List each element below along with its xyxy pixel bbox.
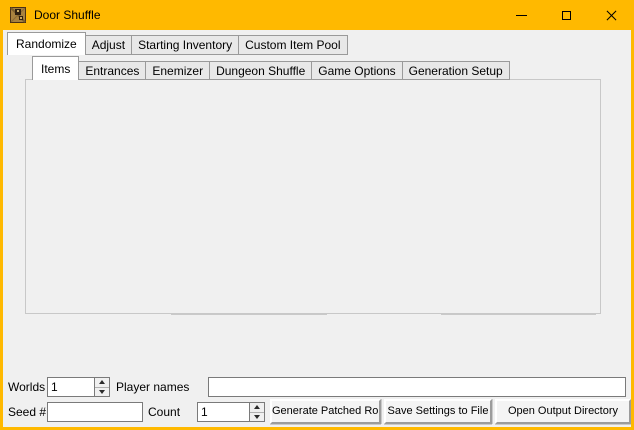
tab-adjust[interactable]: Adjust: [85, 35, 132, 55]
player-names-input[interactable]: [208, 377, 626, 397]
tab-custom-item-pool[interactable]: Custom Item Pool: [238, 35, 347, 55]
tab-game-options[interactable]: Game Options: [311, 61, 402, 80]
arrow-up-icon: [254, 405, 260, 409]
count-spin-up-button[interactable]: [250, 403, 264, 413]
tab-items[interactable]: Items: [32, 56, 79, 80]
count-spin-down-button[interactable]: [250, 413, 264, 422]
tab-randomize[interactable]: Randomize: [7, 32, 86, 55]
player-names-label: Player names: [116, 377, 189, 397]
app-icon: [10, 7, 26, 23]
close-icon: [606, 10, 617, 21]
arrow-down-icon: [254, 415, 260, 419]
count-label: Count: [148, 402, 180, 422]
seed-label: Seed #: [8, 402, 46, 422]
seed-input[interactable]: [47, 402, 143, 422]
secondary-tab-bar: Items Entrances Enemizer Dungeon Shuffle…: [32, 56, 510, 80]
minimize-icon: [516, 15, 527, 16]
save-settings-button[interactable]: Save Settings to File: [384, 399, 492, 424]
worlds-spinbox[interactable]: 1: [47, 377, 110, 397]
worlds-value: 1: [48, 378, 94, 396]
tab-entrances[interactable]: Entrances: [78, 61, 146, 80]
minimize-button[interactable]: [499, 0, 544, 30]
worlds-spin-down-button[interactable]: [95, 388, 109, 397]
title-bar[interactable]: Door Shuffle: [0, 0, 634, 30]
generate-patched-rom-button[interactable]: Generate Patched Rom: [270, 399, 381, 424]
close-button[interactable]: [589, 0, 634, 30]
tab-starting-inventory[interactable]: Starting Inventory: [131, 35, 239, 55]
worlds-spin-up-button[interactable]: [95, 378, 109, 388]
worlds-label: Worlds: [8, 377, 45, 397]
count-value: 1: [198, 403, 249, 421]
open-output-directory-button[interactable]: Open Output Directory: [495, 399, 631, 424]
window-title: Door Shuffle: [34, 0, 101, 30]
window-border: [0, 0, 3, 430]
tab-enemizer[interactable]: Enemizer: [145, 61, 210, 80]
items-tab-pane: [25, 79, 601, 314]
primary-tab-bar: Randomize Adjust Starting Inventory Cust…: [7, 32, 348, 55]
app-window: Door Shuffle Randomize Adjust Starting I…: [0, 0, 634, 430]
arrow-down-icon: [99, 390, 105, 394]
maximize-button[interactable]: [544, 0, 589, 30]
count-spinbox[interactable]: 1: [197, 402, 265, 422]
tab-generation-setup[interactable]: Generation Setup: [402, 61, 510, 80]
maximize-icon: [562, 11, 571, 20]
arrow-up-icon: [99, 380, 105, 384]
count-spin-arrows: [249, 403, 264, 421]
tab-dungeon-shuffle[interactable]: Dungeon Shuffle: [209, 61, 312, 80]
worlds-spin-arrows: [94, 378, 109, 396]
